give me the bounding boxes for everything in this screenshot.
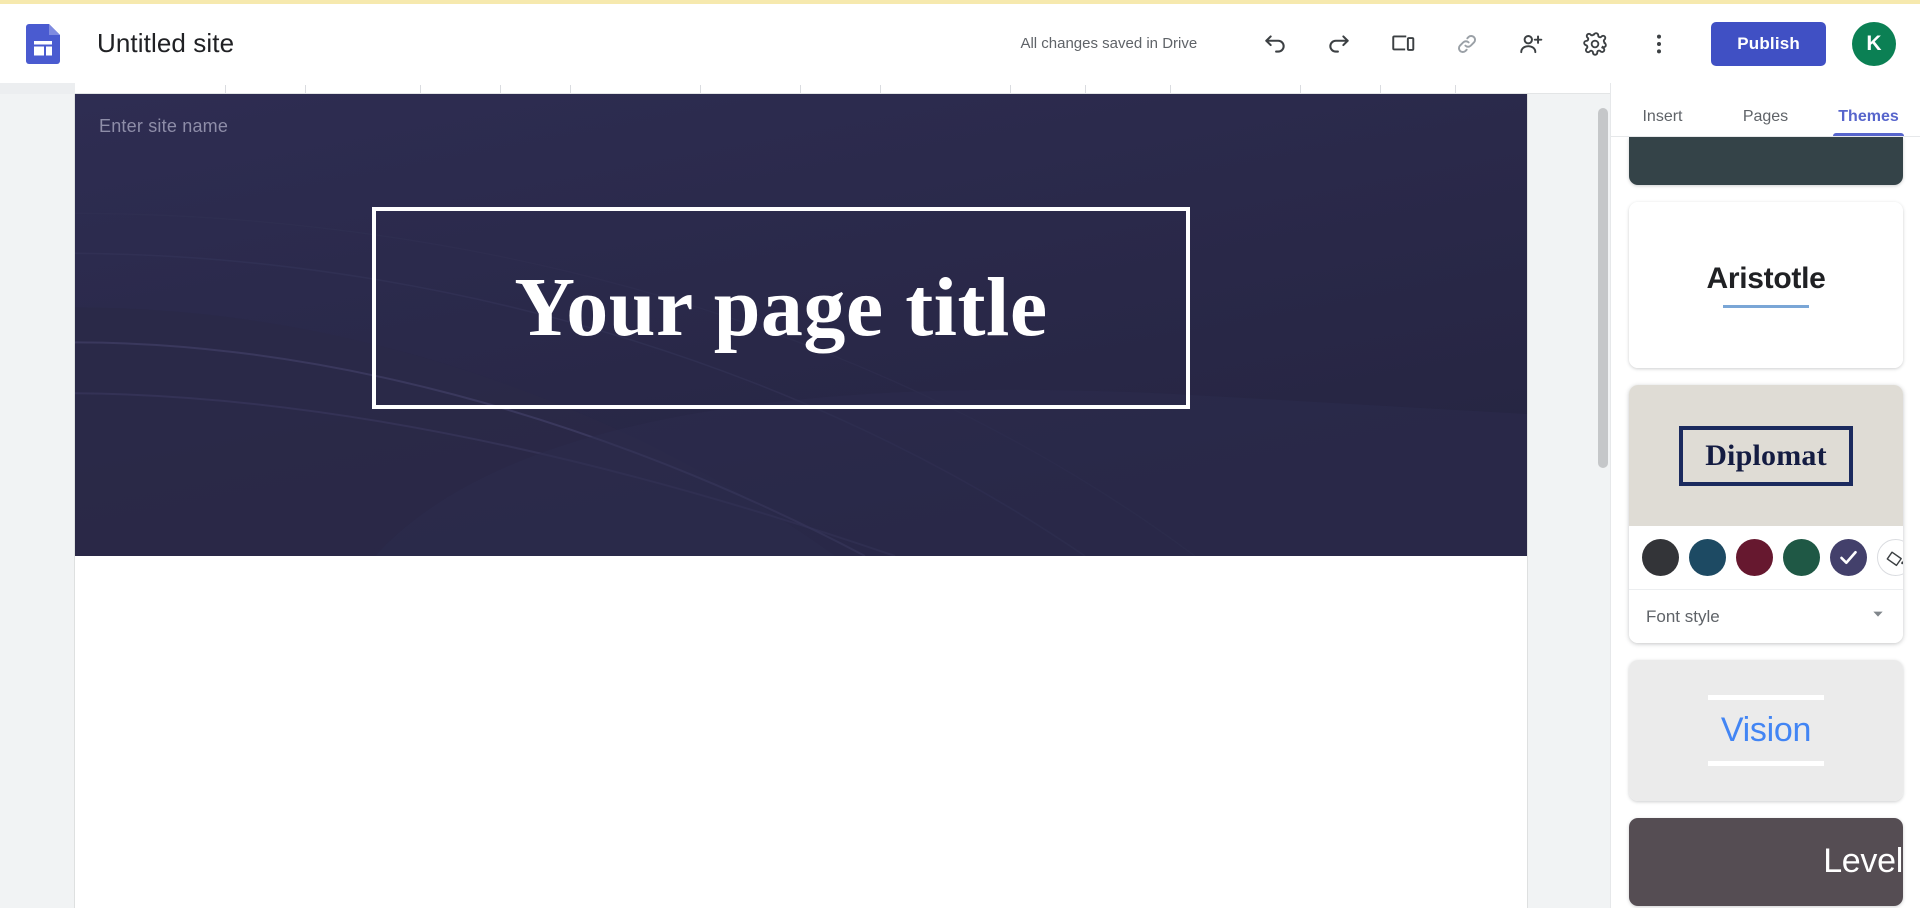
theme-preview-level: Level [1629,818,1903,906]
theme-accent-rule [1723,305,1809,308]
header-actions: All changes saved in Drive Publish K [1020,4,1920,83]
theme-name-aristotle: Aristotle [1706,262,1826,295]
theme-name-vision: Vision [1720,711,1812,749]
theme-preview-aristotle: Aristotle [1629,202,1903,368]
site-title[interactable]: Untitled site [97,28,234,59]
color-swatch-forest-green[interactable] [1783,539,1820,576]
preview-icon[interactable] [1377,18,1429,70]
theme-preview-diplomat: Diplomat [1629,385,1903,526]
publish-button[interactable]: Publish [1711,21,1826,66]
theme-card-aristotle[interactable]: Aristotle [1629,202,1903,368]
color-swatch-teal-blue[interactable] [1689,539,1726,576]
more-options-icon[interactable] [1633,18,1685,70]
font-style-label: Font style [1646,606,1720,626]
undo-icon[interactable] [1249,18,1301,70]
hero-banner[interactable]: Enter site name Your page title [75,94,1527,556]
theme-card-level[interactable]: Level [1629,818,1903,906]
chevron-down-icon [1870,606,1886,627]
tab-themes[interactable]: Themes [1817,83,1920,136]
page-title-block[interactable]: Your page title [372,207,1190,409]
canvas-scroll-area[interactable]: Enter site name Your page title [0,94,1610,908]
theme-name-frame: Diplomat [1679,425,1853,486]
editor-body: Enter site name Your page title Insert P… [0,83,1920,908]
add-editor-icon[interactable] [1505,18,1557,70]
font-style-dropdown[interactable]: Font style [1629,589,1903,643]
canvas-ruler [0,83,1610,94]
theme-rule-top [1708,695,1824,700]
sidebar-tabs: Insert Pages Themes [1611,83,1920,137]
site-name-input[interactable]: Enter site name [99,116,228,137]
theme-rule-bottom [1708,761,1824,766]
color-swatch-maroon[interactable] [1736,539,1773,576]
redo-icon[interactable] [1313,18,1365,70]
ruler-gutter [0,83,75,94]
paint-bucket-icon[interactable] [1877,539,1903,576]
page-content-area[interactable] [75,556,1527,856]
theme-name-diplomat: Diplomat [1705,438,1827,472]
page-title-text[interactable]: Your page title [514,266,1047,350]
settings-gear-icon[interactable] [1569,18,1621,70]
theme-card-vision[interactable]: Vision [1629,660,1903,801]
tab-pages[interactable]: Pages [1714,83,1817,136]
site-page-canvas[interactable]: Enter site name Your page title [75,94,1527,908]
theme-list[interactable]: Aristotle Diplomat Font style Vision Lev… [1611,137,1920,908]
theme-name-level: Level [1823,841,1903,880]
google-sites-icon[interactable] [26,23,60,64]
theme-card-diplomat[interactable]: Diplomat Font style [1629,385,1903,643]
theme-card-partial[interactable] [1629,137,1903,185]
avatar[interactable]: K [1852,21,1896,66]
app-header: Untitled site All changes saved in Drive [0,4,1920,83]
theme-color-swatches [1629,526,1903,589]
tab-insert[interactable]: Insert [1611,83,1714,136]
check-icon [1840,550,1857,565]
theme-preview-vision: Vision [1629,660,1903,801]
color-swatch-charcoal[interactable] [1642,539,1679,576]
right-sidebar: Insert Pages Themes Aristotle Diplomat F… [1610,83,1920,908]
copy-link-icon[interactable] [1441,18,1493,70]
canvas-scrollbar[interactable] [1598,108,1608,468]
color-swatch-indigo[interactable] [1830,539,1867,576]
save-status: All changes saved in Drive [1020,35,1198,52]
